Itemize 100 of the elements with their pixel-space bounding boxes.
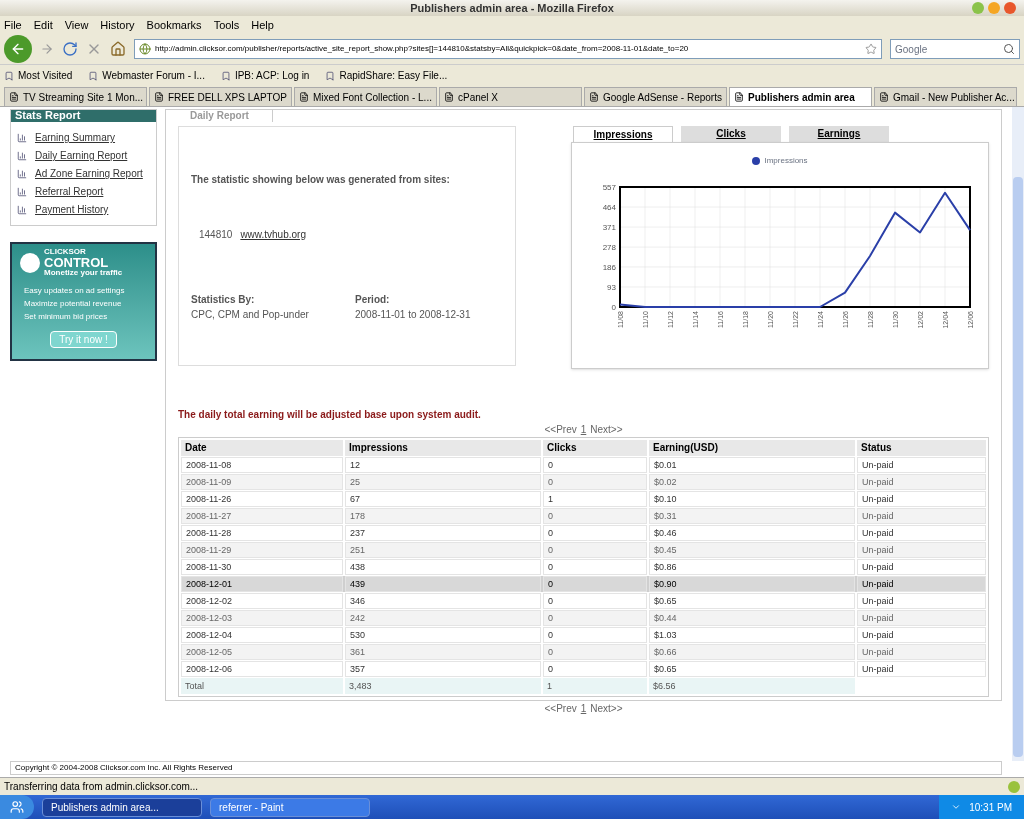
menu-item[interactable]: History <box>100 16 135 34</box>
tray-expand-icon[interactable] <box>951 802 962 812</box>
table-row[interactable]: 2008-12-03 242 0 $0.44 Un-paid <box>181 610 986 626</box>
page-icon <box>879 92 889 102</box>
search-field[interactable]: Google <box>890 39 1020 59</box>
bookmark-link[interactable]: RapidShare: Easy File... <box>325 68 448 83</box>
browser-tab[interactable]: Gmail - New Publisher Ac... <box>874 87 1017 106</box>
forward-icon[interactable] <box>40 42 54 56</box>
sidebar-link[interactable]: Referral Report <box>35 184 104 199</box>
minimize-button[interactable] <box>972 2 984 14</box>
browser-tab[interactable]: Mixed Font Collection - L... <box>294 87 437 106</box>
title-bar: Publishers admin area - Mozilla Firefox <box>0 0 1024 16</box>
sidebar-link[interactable]: Ad Zone Earning Report <box>35 166 143 181</box>
table-row[interactable]: 2008-11-28 237 0 $0.46 Un-paid <box>181 525 986 541</box>
table-cell: $0.01 <box>649 457 855 473</box>
total-cell: $6.56 <box>649 678 855 694</box>
y-tick-label: 371 <box>602 223 616 233</box>
taskbar-button[interactable]: referrer - Paint <box>210 797 370 817</box>
menu-item[interactable]: Tools <box>213 16 240 34</box>
table-cell: $0.44 <box>649 610 855 626</box>
y-tick-label: 464 <box>602 203 616 213</box>
sidebar-link[interactable]: Daily Earning Report <box>35 148 128 163</box>
sidebar-link[interactable]: Payment History <box>35 202 109 217</box>
site-link[interactable]: www.tvhub.org <box>240 227 306 242</box>
table-row[interactable]: 2008-12-02 346 0 $0.65 Un-paid <box>181 593 986 609</box>
total-cell: 3,483 <box>345 678 541 694</box>
table-cell: 2008-12-02 <box>181 593 343 609</box>
maximize-button[interactable] <box>988 2 1000 14</box>
table-row[interactable]: 2008-11-26 67 1 $0.10 Un-paid <box>181 491 986 507</box>
table-row[interactable]: 2008-12-05 361 0 $0.66 Un-paid <box>181 644 986 660</box>
audit-notice: The daily total earning will be adjusted base upon system audit. <box>178 408 482 422</box>
table-cell: 0 <box>543 593 647 609</box>
search-icon[interactable] <box>1003 43 1015 55</box>
table-cell: 0 <box>543 644 647 660</box>
browser-tab[interactable]: cPanel X <box>439 87 582 106</box>
next-link[interactable]: Next>> <box>590 701 623 716</box>
table-cell: $0.46 <box>649 525 855 541</box>
report-icon <box>17 186 27 197</box>
prev-link[interactable]: <<Prev <box>544 422 577 437</box>
table-cell: 2008-11-26 <box>181 491 343 507</box>
table-cell: $0.65 <box>649 661 855 677</box>
table-row[interactable]: 2008-11-09 25 0 $0.02 Un-paid <box>181 474 986 490</box>
browser-tab[interactable]: Google AdSense - Reports <box>584 87 727 106</box>
bookmark-link[interactable]: Most Visited <box>4 68 73 83</box>
browser-tab[interactable]: Publishers admin area <box>729 87 872 106</box>
start-button[interactable] <box>0 795 34 819</box>
bookmark-icon <box>4 70 14 81</box>
home-icon[interactable] <box>110 41 126 57</box>
page-icon <box>734 92 744 102</box>
back-button[interactable] <box>4 35 32 63</box>
reload-icon[interactable] <box>62 41 78 57</box>
bookmark-link[interactable]: IPB: ACP: Log in <box>220 68 310 83</box>
scroll-thumb[interactable] <box>1013 177 1023 757</box>
menu-item[interactable]: View <box>64 16 89 34</box>
bookmark-star-icon[interactable] <box>865 43 877 55</box>
period-label: Period: <box>355 293 391 307</box>
y-tick-label: 186 <box>602 262 616 272</box>
chart-tab[interactable]: Earnings <box>789 126 889 142</box>
start-logo-icon[interactable] <box>10 800 24 814</box>
menu-item[interactable]: Edit <box>33 16 53 34</box>
table-cell: 12 <box>345 457 541 473</box>
chart-tab[interactable]: Impressions <box>573 126 673 142</box>
page-link[interactable]: 1 <box>580 701 587 716</box>
table-cell: Un-paid <box>857 457 986 473</box>
page-link[interactable]: 1 <box>580 422 587 437</box>
table-cell: 0 <box>543 661 647 677</box>
chart-tab[interactable]: Clicks <box>681 126 781 142</box>
table-cell: 2008-12-04 <box>181 627 343 643</box>
next-link[interactable]: Next>> <box>590 422 623 437</box>
close-button[interactable] <box>1004 2 1016 14</box>
menu-item[interactable]: Help <box>251 16 274 34</box>
table-cell: 2008-12-03 <box>181 610 343 626</box>
table-cell: Un-paid <box>857 525 986 541</box>
table-row[interactable]: 2008-12-06 357 0 $0.65 Un-paid <box>181 661 986 677</box>
promo-banner[interactable]: CLICKSOR CONTROL Monetize your traffic Easy updates on ad settings Maximize potential revenue Set minimum bid prices Try it now ! <box>10 242 157 361</box>
page-icon <box>444 92 454 102</box>
table-row[interactable]: 2008-11-27 178 0 $0.31 Un-paid <box>181 508 986 524</box>
prev-link[interactable]: <<Prev <box>544 701 577 716</box>
menu-item[interactable]: File <box>4 16 22 34</box>
table-row[interactable]: 2008-11-08 12 0 $0.01 Un-paid <box>181 457 986 473</box>
bookmark-link[interactable]: Webmaster Forum - I... <box>88 68 205 83</box>
taskbar-button[interactable]: Publishers admin area... <box>42 797 202 817</box>
table-row[interactable]: 2008-12-01 439 0 $0.90 Un-paid <box>181 576 986 592</box>
total-cell: 1 <box>543 678 647 694</box>
table-cell: 67 <box>345 491 541 507</box>
menu-item[interactable]: Bookmarks <box>146 16 202 34</box>
browser-tab[interactable]: FREE DELL XPS LAPTOP <box>149 87 292 106</box>
scrollbar[interactable] <box>1012 107 1024 761</box>
table-cell: 25 <box>345 474 541 490</box>
page-icon <box>9 92 19 102</box>
address-bar[interactable]: http://admin.clicksor.com/publisher/reports/active_site_report_show.php?sites[]=144810&statsby=All&quickpick=0&date_from=2008-11-01&date_to=20 <box>134 39 882 59</box>
table-cell: $0.65 <box>649 593 855 609</box>
column-header: Clicks <box>543 440 647 456</box>
table-row[interactable]: 2008-11-30 438 0 $0.86 Un-paid <box>181 559 986 575</box>
sidebar-link[interactable]: Earning Summary <box>35 130 116 145</box>
table-row[interactable]: 2008-12-04 530 0 $1.03 Un-paid <box>181 627 986 643</box>
browser-tab[interactable]: TV Streaming Site 1 Mon... <box>4 87 147 106</box>
table-row[interactable]: 2008-11-29 251 0 $0.45 Un-paid <box>181 542 986 558</box>
mascot-icon <box>20 252 40 273</box>
table-cell: Un-paid <box>857 542 986 558</box>
